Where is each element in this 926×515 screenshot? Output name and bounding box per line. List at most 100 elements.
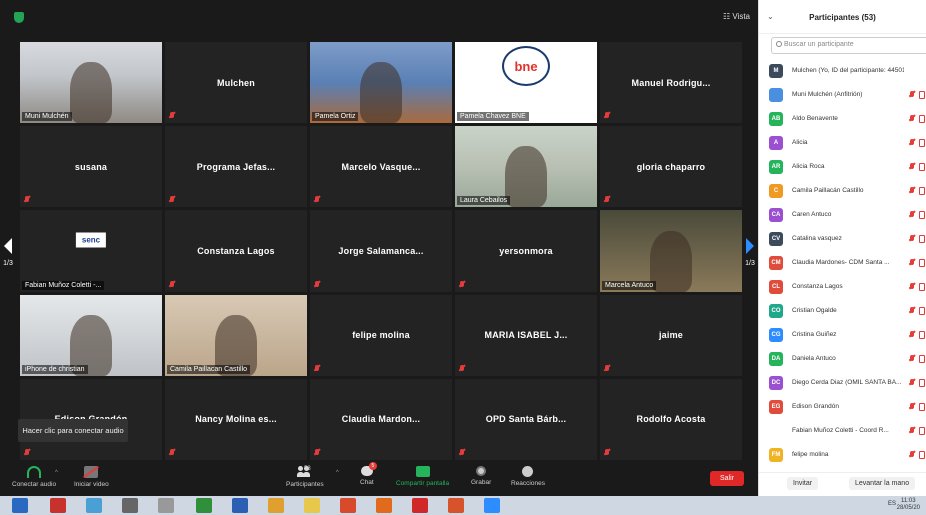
printer-icon[interactable] bbox=[122, 498, 138, 513]
participants-options-caret[interactable]: ^ bbox=[336, 470, 339, 476]
previous-page-button[interactable]: 1/3 bbox=[0, 228, 16, 272]
participant-row[interactable]: AR Alicia Roca bbox=[759, 155, 926, 179]
connect-audio-button[interactable]: Conectar audio bbox=[12, 466, 56, 488]
video-tile[interactable]: Programa Jefas... bbox=[165, 126, 307, 208]
chrome-icon[interactable] bbox=[268, 498, 284, 513]
video-tile[interactable]: Manuel Rodrigu... bbox=[600, 42, 742, 124]
participant-row[interactable]: A Alicia bbox=[759, 131, 926, 155]
panel-header: ⌄ Participantes (53) bbox=[759, 0, 926, 34]
participant-label: Fabian Muñoz Coletti -... bbox=[22, 280, 105, 290]
muted-mic-icon bbox=[909, 331, 915, 339]
shield-icon[interactable] bbox=[14, 12, 24, 23]
participant-name: Claudia Mardon... bbox=[341, 414, 421, 425]
app-icon[interactable] bbox=[340, 498, 356, 513]
record-button[interactable]: Grabar bbox=[471, 466, 491, 486]
participant-row[interactable]: FM felipe molina bbox=[759, 443, 926, 467]
video-tile[interactable]: gloria chaparro bbox=[600, 126, 742, 208]
video-tile[interactable]: Laura Cebailos bbox=[455, 126, 597, 208]
video-grid: Muni Mulchén Mulchen Pamela Ortiz bne Pamela… bbox=[20, 42, 742, 460]
video-tile[interactable]: Mulchen bbox=[165, 42, 307, 124]
app-icon[interactable] bbox=[86, 498, 102, 513]
muted-mic-icon bbox=[909, 115, 915, 123]
panel-footer: Invitar Levantar la mano bbox=[759, 472, 926, 496]
folder-icon[interactable] bbox=[304, 498, 320, 513]
participants-button[interactable]: 53 Participantes bbox=[286, 466, 324, 488]
bne-logo: bne bbox=[502, 46, 550, 87]
participant-label: Camila Paillacan Castillo bbox=[167, 364, 251, 374]
participant-row[interactable]: DA Daniela Antuco bbox=[759, 347, 926, 371]
participant-row[interactable]: CV Catalina vasquez bbox=[759, 227, 926, 251]
muted-mic-icon bbox=[169, 448, 175, 457]
audio-options-caret[interactable]: ^ bbox=[55, 470, 58, 476]
participant-video bbox=[165, 294, 307, 376]
participant-row[interactable]: CL Constanza Lagos bbox=[759, 275, 926, 299]
muted-mic-icon bbox=[909, 403, 915, 411]
document-icon[interactable] bbox=[158, 498, 174, 513]
video-tile[interactable]: felipe molina bbox=[310, 294, 452, 376]
participant-row[interactable]: M Mulchen (Yo, ID del participante: 44501… bbox=[759, 59, 926, 83]
video-tile[interactable]: Camila Paillacan Castillo bbox=[165, 294, 307, 376]
participant-row[interactable]: CG Cristina Guiñez bbox=[759, 323, 926, 347]
participant-row[interactable]: C Camila Paillacán Castillo bbox=[759, 179, 926, 203]
muted-mic-icon bbox=[909, 139, 915, 147]
participant-name: felipe molina bbox=[352, 330, 410, 341]
participant-name: Programa Jefas... bbox=[196, 161, 276, 172]
zoom-icon[interactable] bbox=[484, 498, 500, 513]
share-screen-button[interactable]: Compartir pantalla bbox=[396, 466, 449, 487]
video-tile[interactable]: Jorge Salamanca... bbox=[310, 210, 452, 292]
participant-row[interactable]: CM Claudia Mardones- CDM Santa ... bbox=[759, 251, 926, 275]
next-page-button[interactable]: 1/3 bbox=[742, 228, 758, 272]
participant-row[interactable]: EG Edison Grandón bbox=[759, 395, 926, 419]
video-tile[interactable]: jaime bbox=[600, 294, 742, 376]
meeting-area: ☷ Vista Muni Mulchén Mulchen Pamela Ortiz b… bbox=[0, 0, 758, 496]
page-indicator: 1/3 bbox=[745, 260, 755, 267]
video-tile[interactable]: iPhone de christian bbox=[20, 294, 162, 376]
video-tile[interactable]: Marcelo Vasque... bbox=[310, 126, 452, 208]
video-tile[interactable]: OPD Santa Bárb... bbox=[455, 378, 597, 460]
acrobat-icon[interactable] bbox=[50, 498, 66, 513]
reactions-button[interactable]: Reacciones bbox=[511, 466, 545, 487]
participant-name: Cristian Ogalde bbox=[792, 307, 837, 314]
muted-mic-icon bbox=[314, 364, 320, 373]
participant-row[interactable]: CA Caren Antuco bbox=[759, 203, 926, 227]
start-icon[interactable] bbox=[12, 498, 28, 513]
video-tile[interactable]: Rodolfo Acosta bbox=[600, 378, 742, 460]
chat-button[interactable]: 5 Chat bbox=[360, 462, 377, 486]
video-tile[interactable]: MARIA ISABEL J... bbox=[455, 294, 597, 376]
participant-row[interactable]: CO Cristian Ogalde bbox=[759, 299, 926, 323]
search-input[interactable]: Buscar un participante bbox=[771, 37, 926, 54]
video-tile[interactable]: senc Fabian Muñoz Coletti -... bbox=[20, 210, 162, 292]
participant-name: Constanza Lagos bbox=[792, 283, 843, 290]
video-tile[interactable]: Nancy Molina es... bbox=[165, 378, 307, 460]
word-icon[interactable] bbox=[232, 498, 248, 513]
video-tile[interactable]: Claudia Mardon... bbox=[310, 378, 452, 460]
opera-icon[interactable] bbox=[412, 498, 428, 513]
video-off-icon bbox=[919, 259, 925, 267]
video-tile[interactable]: susana bbox=[20, 126, 162, 208]
raise-hand-button[interactable]: Levantar la mano bbox=[849, 477, 916, 490]
participant-name: OPD Santa Bárb... bbox=[485, 414, 567, 425]
participant-video bbox=[455, 126, 597, 208]
view-button[interactable]: ☷ Vista bbox=[723, 12, 750, 21]
participant-row[interactable]: AB Aldo Benavente bbox=[759, 107, 926, 131]
video-tile[interactable]: Muni Mulchén bbox=[20, 42, 162, 124]
invite-button[interactable]: Invitar bbox=[787, 477, 819, 490]
video-tile[interactable]: Constanza Lagos bbox=[165, 210, 307, 292]
firefox-icon[interactable] bbox=[376, 498, 392, 513]
video-tile[interactable]: yersonmora bbox=[455, 210, 597, 292]
video-tile[interactable]: Pamela Ortiz bbox=[310, 42, 452, 124]
start-video-button[interactable]: Iniciar video bbox=[74, 466, 109, 488]
participant-label: Muni Mulchén bbox=[22, 112, 72, 122]
powerpoint-icon[interactable] bbox=[448, 498, 464, 513]
participant-row[interactable]: Fabian Muñoz Coletti - Coord R... bbox=[759, 419, 926, 443]
video-tile[interactable]: Marcela Antuco bbox=[600, 210, 742, 292]
system-tray[interactable]: ES bbox=[888, 501, 896, 507]
leave-button[interactable]: Salir bbox=[709, 471, 744, 486]
video-off-icon bbox=[919, 235, 925, 243]
clock[interactable]: 11:03 28/05/20 bbox=[897, 498, 920, 512]
participant-name: Catalina vasquez bbox=[792, 235, 842, 242]
video-tile[interactable]: bne Pamela Chavez BNE bbox=[455, 42, 597, 124]
participant-row[interactable]: Muni Mulchén (Anfitrión) bbox=[759, 83, 926, 107]
participant-row[interactable]: DC Diego Cerda Diaz (OMIL SANTA BÁ... bbox=[759, 371, 926, 395]
excel-icon[interactable] bbox=[196, 498, 212, 513]
